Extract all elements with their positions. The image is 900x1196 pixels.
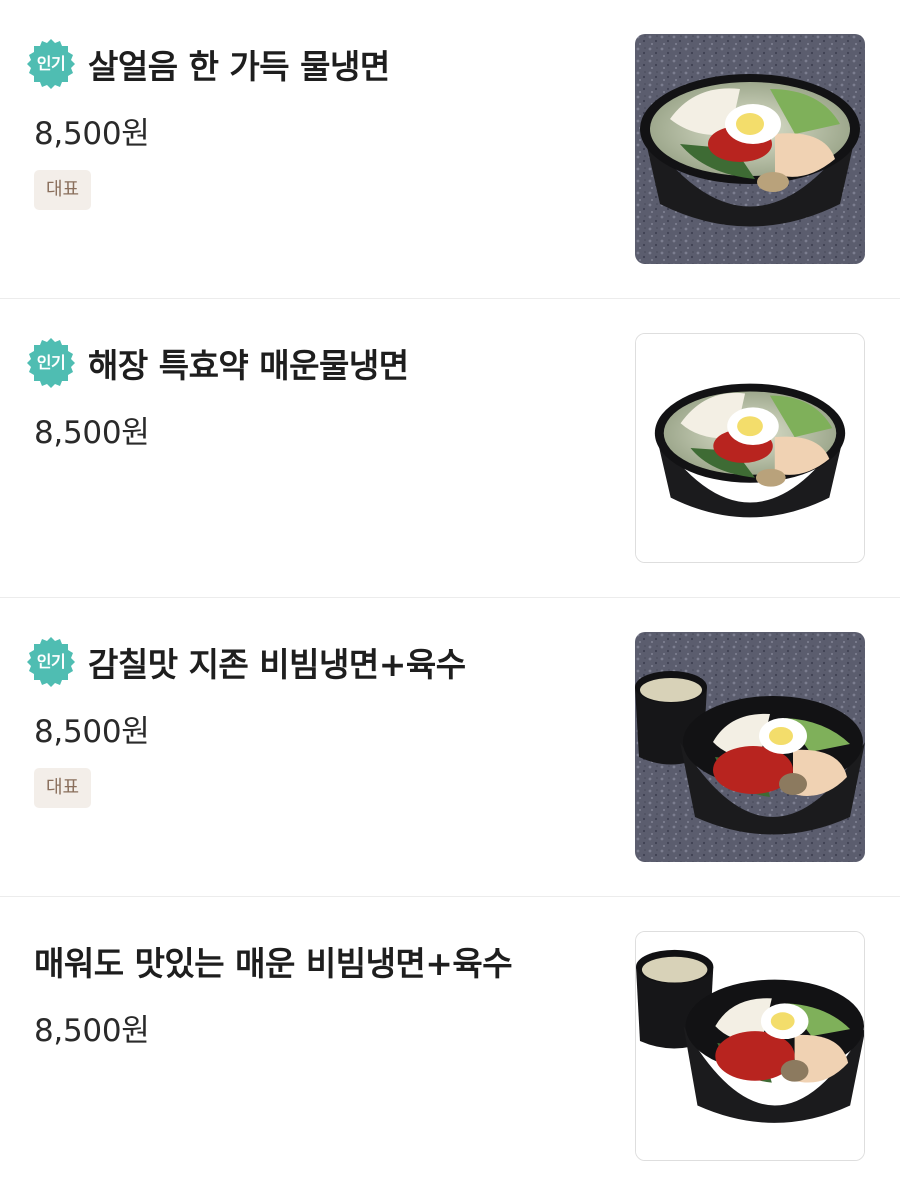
item-name: 매워도 맛있는 매운 비빔냉면+육수 bbox=[34, 944, 513, 983]
badge-label: 인기 bbox=[36, 54, 66, 73]
item-name: 해장 특효약 매운물냉면 bbox=[88, 346, 409, 385]
spicy-bibim-naengmyeon-broth-image bbox=[636, 932, 864, 1160]
signature-tag: 대표 bbox=[34, 768, 92, 808]
title-row: 인기 살얼음 한 가득 물냉면 bbox=[24, 38, 390, 90]
popular-badge: 인기 bbox=[24, 37, 78, 91]
food-photo[interactable] bbox=[635, 333, 865, 563]
menu-item[interactable]: 인기 감칠맛 지존 비빔냉면+육수 8,500원 대표 bbox=[0, 598, 900, 897]
menu-list: 인기 살얼음 한 가득 물냉면 8,500원 대표 인기 해장 특효약 매운물냉… bbox=[0, 0, 900, 1196]
menu-item[interactable]: 인기 살얼음 한 가득 물냉면 8,500원 대표 bbox=[0, 0, 900, 299]
popular-badge: 인기 bbox=[24, 336, 78, 390]
item-price: 8,500원 bbox=[34, 714, 150, 750]
spicy-naengmyeon-bowl-image bbox=[636, 334, 864, 562]
naengmyeon-bowl-image bbox=[635, 34, 865, 264]
menu-item[interactable]: 인기 해장 특효약 매운물냉면 8,500원 bbox=[0, 299, 900, 598]
item-name: 살얼음 한 가득 물냉면 bbox=[88, 47, 390, 86]
food-photo[interactable] bbox=[635, 34, 865, 264]
bibim-naengmyeon-broth-image bbox=[635, 632, 865, 862]
popular-badge: 인기 bbox=[24, 635, 78, 689]
menu-item[interactable]: 매워도 맛있는 매운 비빔냉면+육수 8,500원 bbox=[0, 897, 900, 1196]
badge-label: 인기 bbox=[36, 353, 66, 372]
title-row: 인기 해장 특효약 매운물냉면 bbox=[24, 337, 409, 389]
item-name: 감칠맛 지존 비빔냉면+육수 bbox=[88, 645, 466, 684]
title-row: 매워도 맛있는 매운 비빔냉면+육수 bbox=[34, 935, 513, 987]
item-price: 8,500원 bbox=[34, 116, 150, 152]
title-row: 인기 감칠맛 지존 비빔냉면+육수 bbox=[24, 636, 466, 688]
item-price: 8,500원 bbox=[34, 1013, 150, 1049]
food-photo[interactable] bbox=[635, 632, 865, 862]
badge-label: 인기 bbox=[36, 652, 66, 671]
item-price: 8,500원 bbox=[34, 415, 150, 451]
food-photo[interactable] bbox=[635, 931, 865, 1161]
signature-tag: 대표 bbox=[34, 170, 92, 210]
